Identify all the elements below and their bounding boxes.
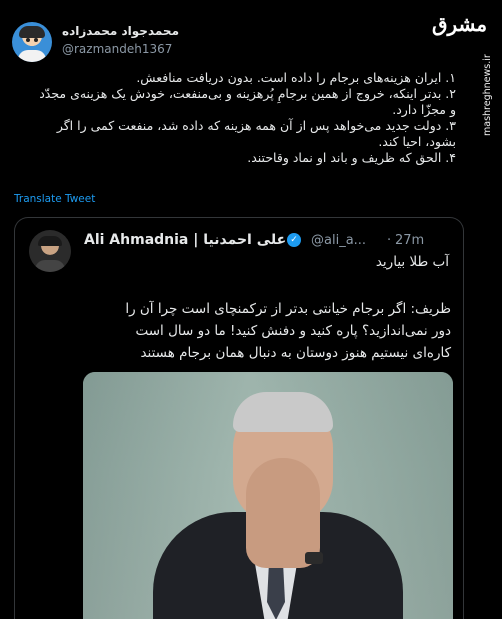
tweet-line: ۱. ایران هزینه‌های برجام را داده است. بد… <box>136 70 456 85</box>
tweet-line: و مجزّا دارد. <box>392 102 456 117</box>
quoted-body: ظریف: اگر برجام خیانتی بدتر از ترکمنچای … <box>31 298 451 364</box>
author-row: محمدجواد محمدزاده @razmandeh1367 <box>12 20 412 64</box>
quoted-handle[interactable]: @ali_a... <box>311 233 366 248</box>
quoted-body-line: ظریف: اگر برجام خیانتی بدتر از ترکمنچای … <box>125 301 451 317</box>
tweet-line: ۴. الحق که ظریف و باند او نماد وقاحتند. <box>247 150 456 165</box>
mashregh-logo: مشرق <box>432 12 488 36</box>
avatar-body <box>18 50 46 62</box>
author-handle[interactable]: @razmandeh1367 <box>62 42 172 56</box>
quoted-avatar-shirt <box>35 260 65 272</box>
quoted-photo[interactable] <box>83 372 453 619</box>
quoted-first-line: آب طلا بیارید <box>375 254 449 270</box>
avatar-hair <box>19 26 45 38</box>
tweet-text: ۱. ایران هزینه‌های برجام را داده است. بد… <box>16 70 456 166</box>
watermark-url: mashreghnews.ir <box>482 54 493 136</box>
translate-tweet-link[interactable]: Translate Tweet <box>14 193 95 205</box>
quoted-body-line: دور نمی‌اندازید؟ پاره کنید و دفنش کنید! … <box>135 323 451 339</box>
quoted-tweet-card[interactable]: Ali Ahmadnia | علی احمدنیا ✓ @ali_a... ·… <box>14 217 464 619</box>
tweet-line: ۲. بدتر اینکه، خروج از همین برجامِ پُرهز… <box>39 86 456 101</box>
quoted-display-name[interactable]: Ali Ahmadnia | علی احمدنیا <box>84 232 286 248</box>
separator-dot: · <box>387 233 392 248</box>
quoted-avatar-hair <box>38 236 62 246</box>
verified-badge-icon: ✓ <box>287 233 301 247</box>
photo-watch <box>305 552 323 564</box>
avatar-eye <box>26 38 30 42</box>
tweet-line: ۳. دولت جدید می‌خواهد پس از آن همه هزینه… <box>56 118 456 133</box>
author-display-name[interactable]: محمدجواد محمدزاده <box>62 24 179 38</box>
tweet-line: بشود، احیا کند. <box>378 134 456 149</box>
quoted-avatar[interactable] <box>29 230 71 272</box>
quoted-timestamp[interactable]: 27m <box>395 233 424 248</box>
author-avatar[interactable] <box>12 22 52 62</box>
photo-hair <box>233 392 333 432</box>
quoted-body-line: کاره‌ای نیستیم هنوز دوستان به دنبال همان… <box>140 345 451 361</box>
avatar-eye <box>34 38 38 42</box>
